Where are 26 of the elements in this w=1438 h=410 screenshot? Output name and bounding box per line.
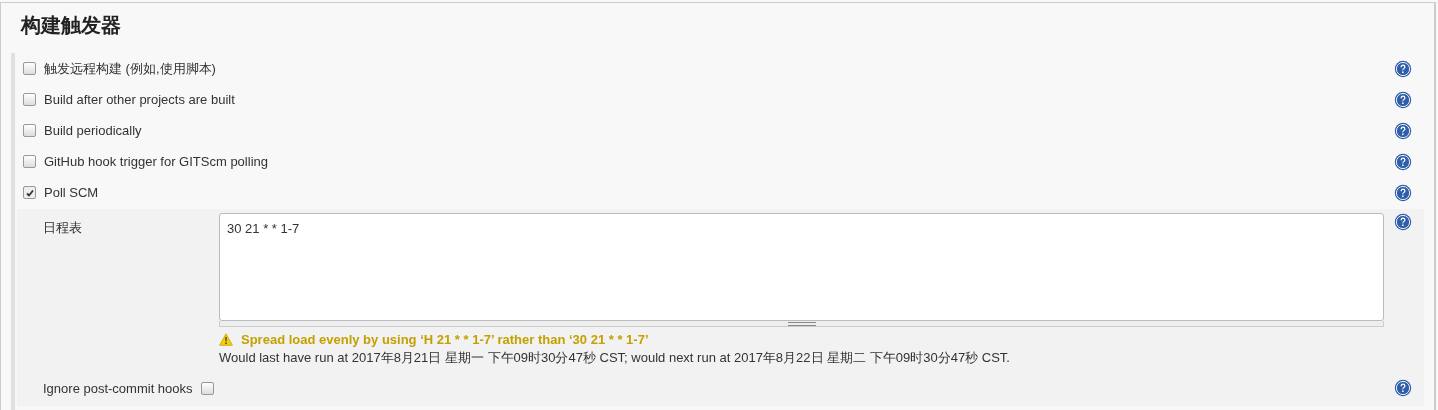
checkbox-label: Ignore post-commit hooks — [43, 380, 193, 396]
checkbox[interactable] — [23, 186, 36, 199]
warning-icon — [219, 333, 233, 346]
field-label: 日程表 — [43, 219, 83, 237]
help-icon[interactable] — [1394, 213, 1412, 231]
help-icon[interactable] — [1394, 379, 1412, 397]
help-icon[interactable] — [1394, 121, 1412, 140]
schedule-info: Would last have run at 2017年8月21日 星期一 下午09时30分47秒 CST; would next run at 2017年8月22日 星期二 下午09时30分47秒 CST. — [219, 349, 1011, 367]
checkbox-label: Poll SCM — [44, 185, 99, 200]
checkbox[interactable] — [23, 155, 36, 168]
warning-message: Spread load evenly by using ‘H 21 * * 1-7’ rather than ‘30 21 * * 1-7’ — [241, 332, 649, 347]
checkbox[interactable] — [23, 93, 36, 106]
checkbox-label: Build after other projects are built — [44, 92, 235, 107]
checkbox[interactable] — [23, 62, 36, 75]
checkbox[interactable] — [200, 381, 214, 395]
help-icon[interactable] — [1394, 152, 1412, 171]
schedule-input[interactable]: 30 21 * * 1-7 — [219, 213, 1384, 321]
help-icon[interactable] — [1394, 183, 1412, 202]
help-icon[interactable] — [1394, 59, 1412, 78]
help-icon[interactable] — [1394, 90, 1412, 109]
section-title: 构建触发器 — [19, 12, 122, 39]
checkbox-label: 触发远程构建 (例如,使用脚本) — [44, 59, 216, 78]
resize-handle[interactable] — [219, 321, 1384, 327]
checkbox-label: Build periodically — [44, 123, 142, 138]
checkbox-label: GitHub hook trigger for GITScm polling — [44, 154, 268, 169]
checkbox[interactable] — [23, 124, 36, 137]
